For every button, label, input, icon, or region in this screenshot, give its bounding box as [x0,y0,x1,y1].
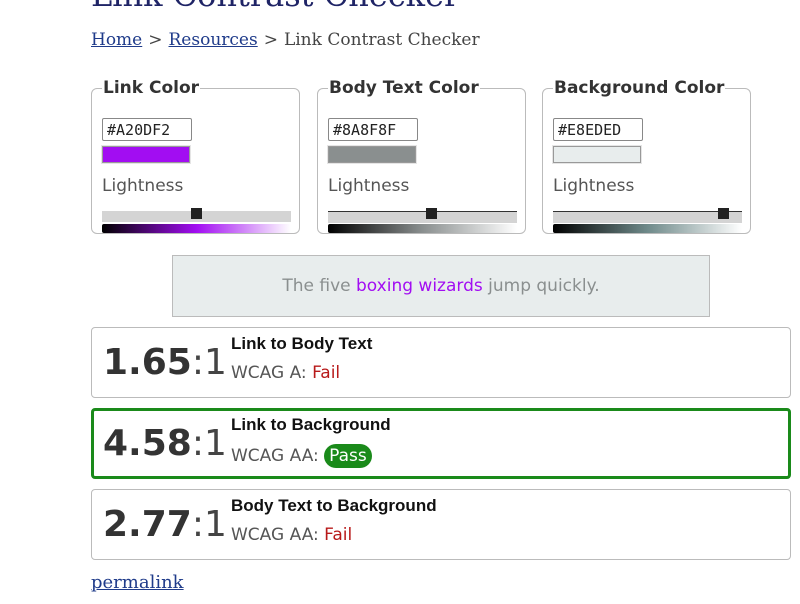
breadcrumb-resources-link[interactable]: Resources [169,30,258,50]
ratio-suffix: :1 [191,342,227,383]
wcag-level-label: WCAG AA: [231,525,319,545]
breadcrumb-separator: > [263,30,278,50]
fail-status: Fail [324,525,353,545]
body-text-color-hex-input[interactable] [328,118,418,141]
link-color-panel: Link Color Lightness [91,78,300,234]
body-text-color-swatch[interactable] [328,146,416,163]
breadcrumb-separator: > [148,30,163,50]
contrast-ratio: 1.65:1 [103,342,227,383]
breadcrumb-home-link[interactable]: Home [91,30,142,50]
preview-link-text[interactable]: boxing wizards [356,276,483,296]
body-text-lightness-gradient [328,224,517,233]
background-lightness-gradient [553,224,742,233]
breadcrumb: Home > Resources > Link Contrast Checker [91,30,480,50]
result-title: Body Text to Background [231,496,437,515]
result-body-text-to-background: 2.77:1 Body Text to Background WCAG AA: … [91,489,791,560]
pass-badge: Pass [324,444,372,468]
link-color-hex-input[interactable] [102,118,192,141]
permalink-link[interactable]: permalink [91,572,184,593]
wcag-level-label: WCAG A: [231,363,307,383]
breadcrumb-current: Link Contrast Checker [283,30,480,50]
preview-text-after: jump quickly. [482,276,600,296]
result-link-to-background: 4.58:1 Link to Background WCAG AA: Pass [91,408,791,479]
background-color-swatch[interactable] [553,146,641,163]
body-text-color-panel: Body Text Color Lightness [317,78,526,234]
ratio-suffix: :1 [191,423,227,464]
link-lightness-label: Lightness [102,176,184,196]
ratio-value: 4.58 [103,423,192,464]
body-text-lightness-slider-track[interactable] [328,211,517,223]
contrast-ratio: 2.77:1 [103,504,227,545]
wcag-level: WCAG AA: Fail [231,525,352,545]
background-lightness-slider-track[interactable] [553,211,742,223]
background-color-hex-input[interactable] [553,118,643,141]
link-color-legend: Link Color [103,78,200,98]
background-lightness-slider-thumb[interactable] [717,208,729,219]
ratio-value: 1.65 [103,342,192,383]
result-link-to-body-text: 1.65:1 Link to Body Text WCAG A: Fail [91,327,791,398]
wcag-level: WCAG AA: Pass [231,444,372,468]
background-color-panel: Background Color Lightness [542,78,751,234]
link-lightness-slider-thumb[interactable] [191,208,202,219]
contrast-preview-box: The five boxing wizards jump quickly. [172,255,710,317]
page-title: Link Contrast Checker [91,0,459,14]
ratio-value: 2.77 [103,504,192,545]
background-lightness-label: Lightness [553,176,635,196]
fail-status: Fail [312,363,341,383]
background-color-legend: Background Color [554,78,725,98]
contrast-ratio: 4.58:1 [103,423,227,464]
body-text-lightness-label: Lightness [328,176,410,196]
ratio-suffix: :1 [191,504,227,545]
wcag-level-label: WCAG AA: [231,446,319,466]
link-color-swatch[interactable] [102,146,190,163]
result-title: Link to Body Text [231,334,373,353]
link-lightness-gradient [102,224,291,233]
wcag-level: WCAG A: Fail [231,363,340,383]
result-title: Link to Background [231,415,391,434]
preview-text-before: The five [282,276,356,296]
body-text-color-legend: Body Text Color [329,78,479,98]
body-text-lightness-slider-thumb[interactable] [426,208,438,219]
